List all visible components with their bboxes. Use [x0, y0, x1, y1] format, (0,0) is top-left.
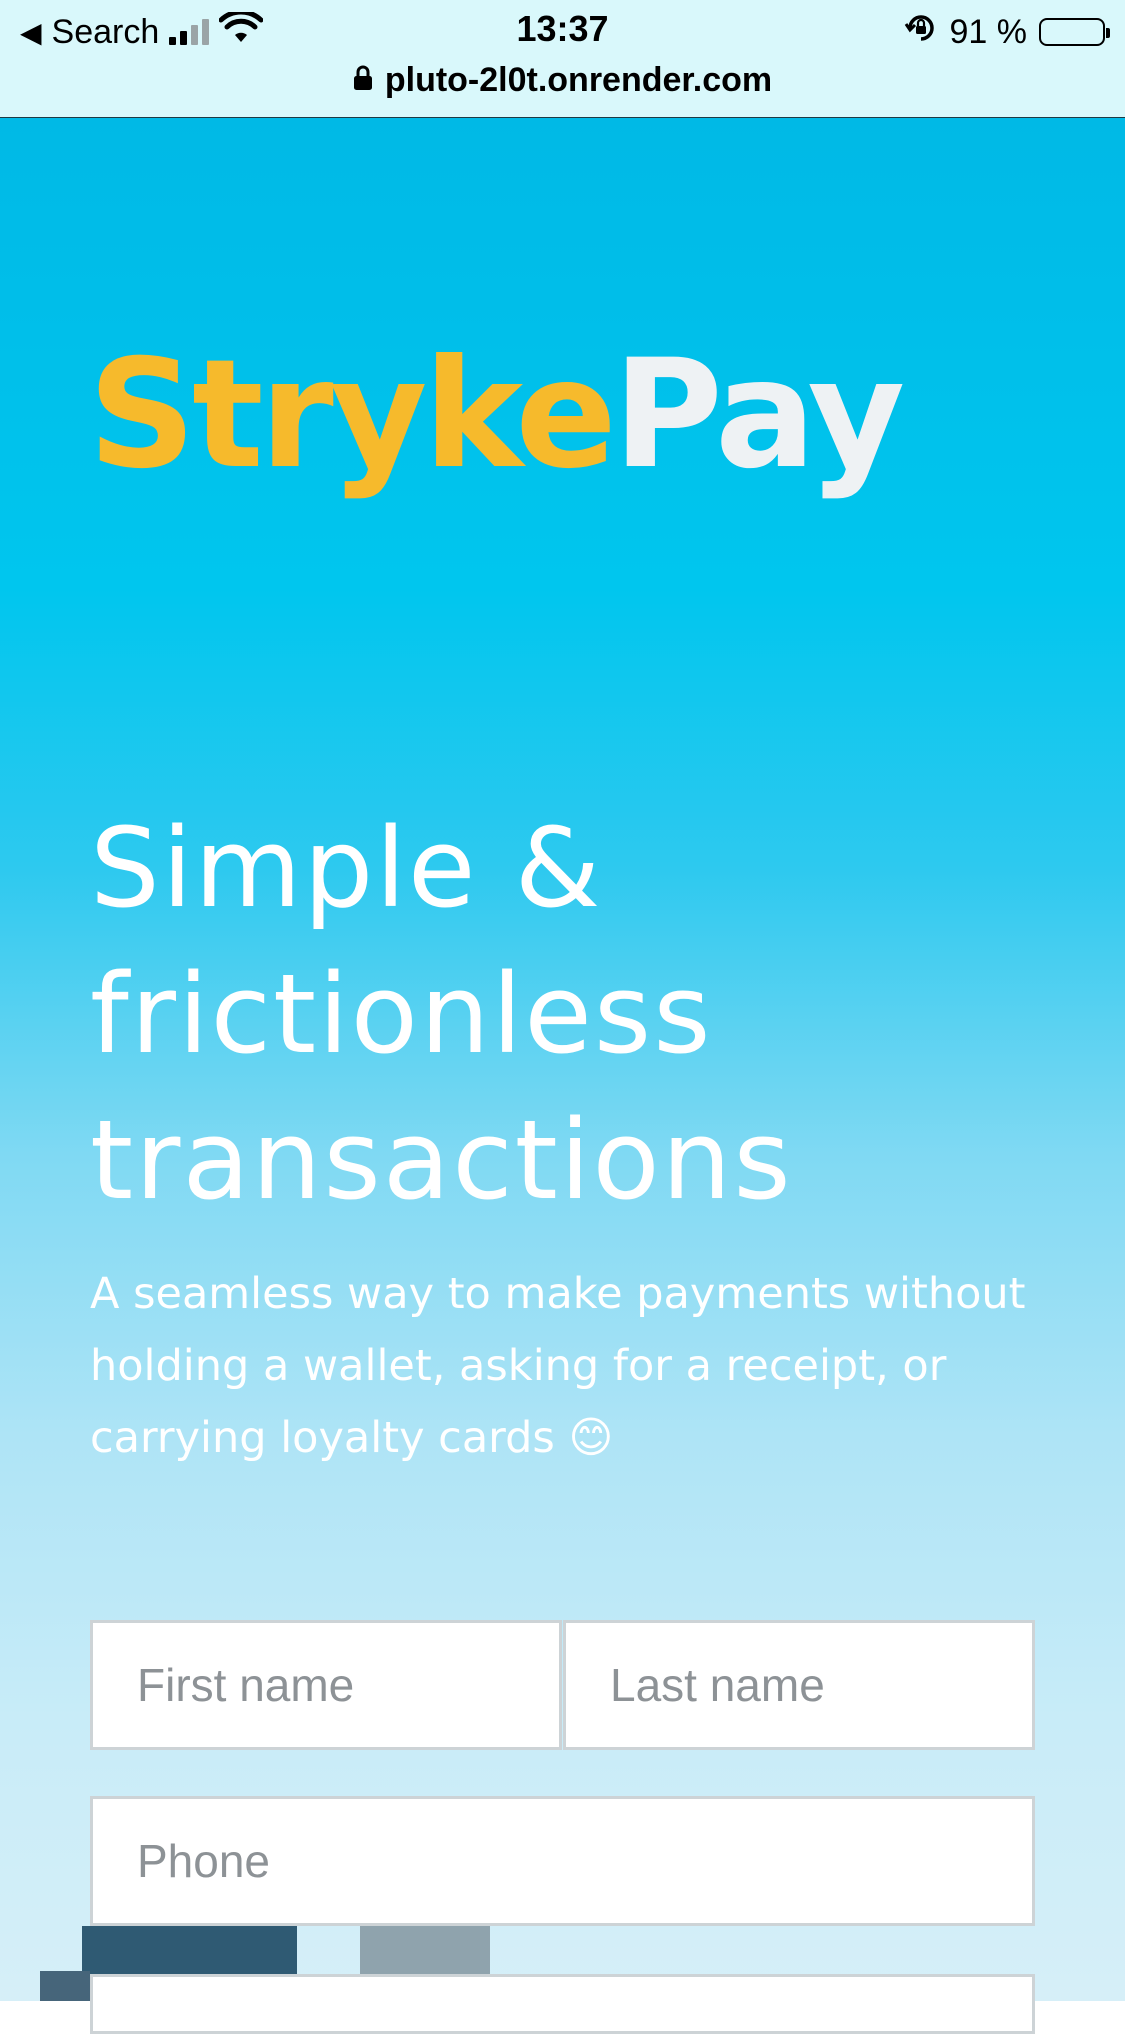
- rotation-lock-icon: [904, 11, 938, 54]
- smiling-emoji-icon: 😊: [568, 1413, 614, 1463]
- battery-percent: 91 %: [949, 12, 1028, 51]
- next-input[interactable]: [90, 1974, 1035, 2034]
- last-name-input[interactable]: [563, 1620, 1035, 1750]
- address-bar[interactable]: pluto-2l0t.onrender.com: [0, 56, 1125, 104]
- headline-line-1: Simple &: [90, 804, 603, 932]
- browser-status-bar: ◀ Search 13:37 91 % pluto-2l0t.onrender.…: [0, 0, 1125, 118]
- phone-input[interactable]: [90, 1796, 1035, 1926]
- brand-logo: StrykePay: [88, 340, 905, 490]
- lock-icon: [353, 61, 373, 100]
- brand-part-2: Pay: [612, 328, 905, 502]
- subtext-copy: A seamless way to make payments without …: [90, 1269, 1026, 1463]
- hero-headline: Simple & frictionless transactions: [90, 795, 1040, 1233]
- headline-line-3: transactions: [90, 1096, 793, 1224]
- status-right: 91 %: [904, 8, 1110, 56]
- headline-line-2: frictionless: [90, 950, 713, 1078]
- first-name-input[interactable]: [90, 1620, 562, 1750]
- brand-part-1: Stryke: [88, 328, 617, 502]
- background-building: [40, 1971, 90, 2001]
- url-text[interactable]: pluto-2l0t.onrender.com: [385, 61, 772, 100]
- hero-subtext: A seamless way to make payments without …: [90, 1258, 1050, 1474]
- battery-icon: [1039, 18, 1110, 46]
